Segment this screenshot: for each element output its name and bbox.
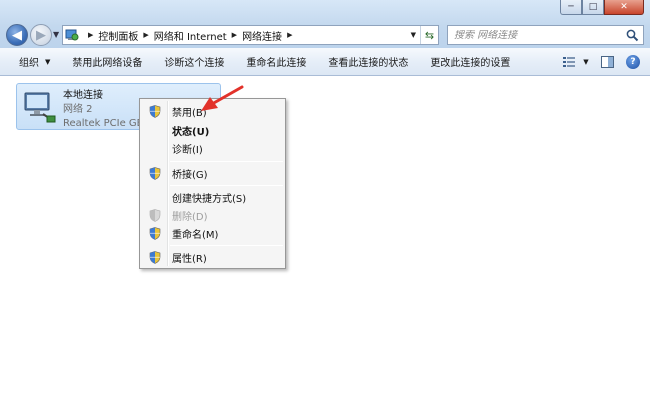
address-history-dropdown[interactable]: ▼ — [411, 31, 416, 39]
help-button[interactable]: ? — [622, 51, 644, 73]
forward-button[interactable]: ▶ — [30, 24, 52, 46]
chevron-down-icon: ▼ — [583, 58, 589, 66]
command-bar: 组织 ▼ 禁用此网络设备 诊断这个连接 重命名此连接 查看此连接的状态 更改此连… — [0, 48, 650, 76]
view-status-button[interactable]: 查看此连接的状态 — [319, 51, 417, 73]
breadcrumb: ▶ 控制面板 ▶ 网络和 Internet ▶ 网络连接 ▶ — [83, 28, 297, 43]
context-menu: 禁用(B) 状态(U) 诊断(I) 桥接(G) 创建快捷方式(S) 删除(D) … — [139, 98, 286, 269]
menu-item-rename[interactable]: 重命名(M) — [142, 224, 283, 243]
chevron-right-icon[interactable]: ▶ — [143, 31, 148, 39]
menu-item-create-shortcut[interactable]: 创建快捷方式(S) — [142, 188, 283, 207]
change-settings-button[interactable]: 更改此连接的设置 — [421, 51, 519, 73]
help-icon: ? — [626, 55, 640, 69]
recent-pages-dropdown[interactable]: ▼ — [53, 30, 59, 39]
arrow-right-icon: ▶ — [36, 27, 46, 43]
uac-shield-icon — [142, 248, 168, 267]
chevron-right-icon[interactable]: ▶ — [232, 31, 237, 39]
address-bar[interactable]: ▶ 控制面板 ▶ 网络和 Internet ▶ 网络连接 ▶ ▼ ⇆ — [62, 25, 439, 45]
preview-pane-button[interactable] — [596, 51, 618, 73]
refresh-button[interactable]: ⇆ — [420, 26, 438, 44]
menu-item-label: 重命名(M) — [172, 230, 219, 241]
menu-separator — [170, 245, 283, 246]
uac-shield-icon — [142, 206, 168, 225]
menu-separator — [170, 185, 283, 186]
annotation-arrow-icon — [201, 85, 244, 111]
connection-adapter: Realtek PCIe GB — [63, 118, 144, 129]
connection-network: 网络 2 — [63, 104, 93, 115]
close-button[interactable]: ✕ — [604, 0, 644, 15]
menu-item-label: 桥接(G) — [172, 170, 208, 181]
breadcrumb-item-network-internet[interactable]: 网络和 Internet — [154, 28, 227, 43]
view-options-icon — [563, 57, 576, 67]
network-adapter-icon — [24, 92, 56, 123]
menu-item-bridge[interactable]: 桥接(G) — [142, 164, 283, 183]
maximize-button[interactable]: □ — [582, 0, 604, 15]
menu-item-properties[interactable]: 属性(R) — [142, 248, 283, 267]
menu-item-diagnose[interactable]: 诊断(I) — [142, 139, 283, 158]
disable-device-button[interactable]: 禁用此网络设备 — [63, 51, 151, 73]
connection-name: 本地连接 — [63, 90, 103, 101]
organize-label: 组织 — [19, 58, 39, 69]
menu-item-status[interactable]: 状态(U) — [142, 121, 283, 140]
chevron-right-icon: ▶ — [88, 31, 94, 39]
menu-item-label: 诊断(I) — [172, 145, 203, 156]
menu-separator — [170, 161, 283, 162]
search-input[interactable] — [454, 29, 624, 41]
diagnose-connection-button[interactable]: 诊断这个连接 — [155, 51, 233, 73]
menu-item-label: 状态(U) — [172, 127, 210, 138]
menu-item-label: 删除(D) — [172, 212, 208, 223]
connections-list: 本地连接 网络 2 Realtek PCIe GB — [0, 77, 650, 412]
search-box[interactable] — [447, 25, 644, 45]
window-controls: ─ □ ✕ — [560, 0, 644, 16]
search-icon[interactable] — [626, 29, 639, 42]
preview-pane-icon — [600, 56, 614, 68]
uac-shield-icon — [142, 102, 168, 121]
breadcrumb-item-network-connections[interactable]: 网络连接 — [242, 28, 282, 43]
menu-item-label: 属性(R) — [172, 254, 207, 265]
rename-connection-button[interactable]: 重命名此连接 — [237, 51, 315, 73]
back-button[interactable]: ◀ — [6, 24, 28, 46]
chevron-right-icon[interactable]: ▶ — [287, 31, 292, 39]
menu-item-label: 创建快捷方式(S) — [172, 194, 247, 205]
uac-shield-icon — [142, 164, 168, 183]
refresh-icon: ⇆ — [424, 28, 435, 42]
uac-shield-icon — [142, 224, 168, 243]
organize-menu[interactable]: 组织 ▼ — [10, 51, 59, 73]
change-view-button[interactable]: ▼ — [560, 51, 592, 73]
chevron-down-icon: ▼ — [45, 57, 51, 66]
menu-item-delete: 删除(D) — [142, 206, 283, 225]
control-panel-icon — [65, 28, 79, 42]
arrow-left-icon: ◀ — [12, 27, 22, 43]
breadcrumb-item-control-panel[interactable]: 控制面板 — [98, 28, 138, 43]
minimize-button[interactable]: ─ — [560, 0, 582, 15]
